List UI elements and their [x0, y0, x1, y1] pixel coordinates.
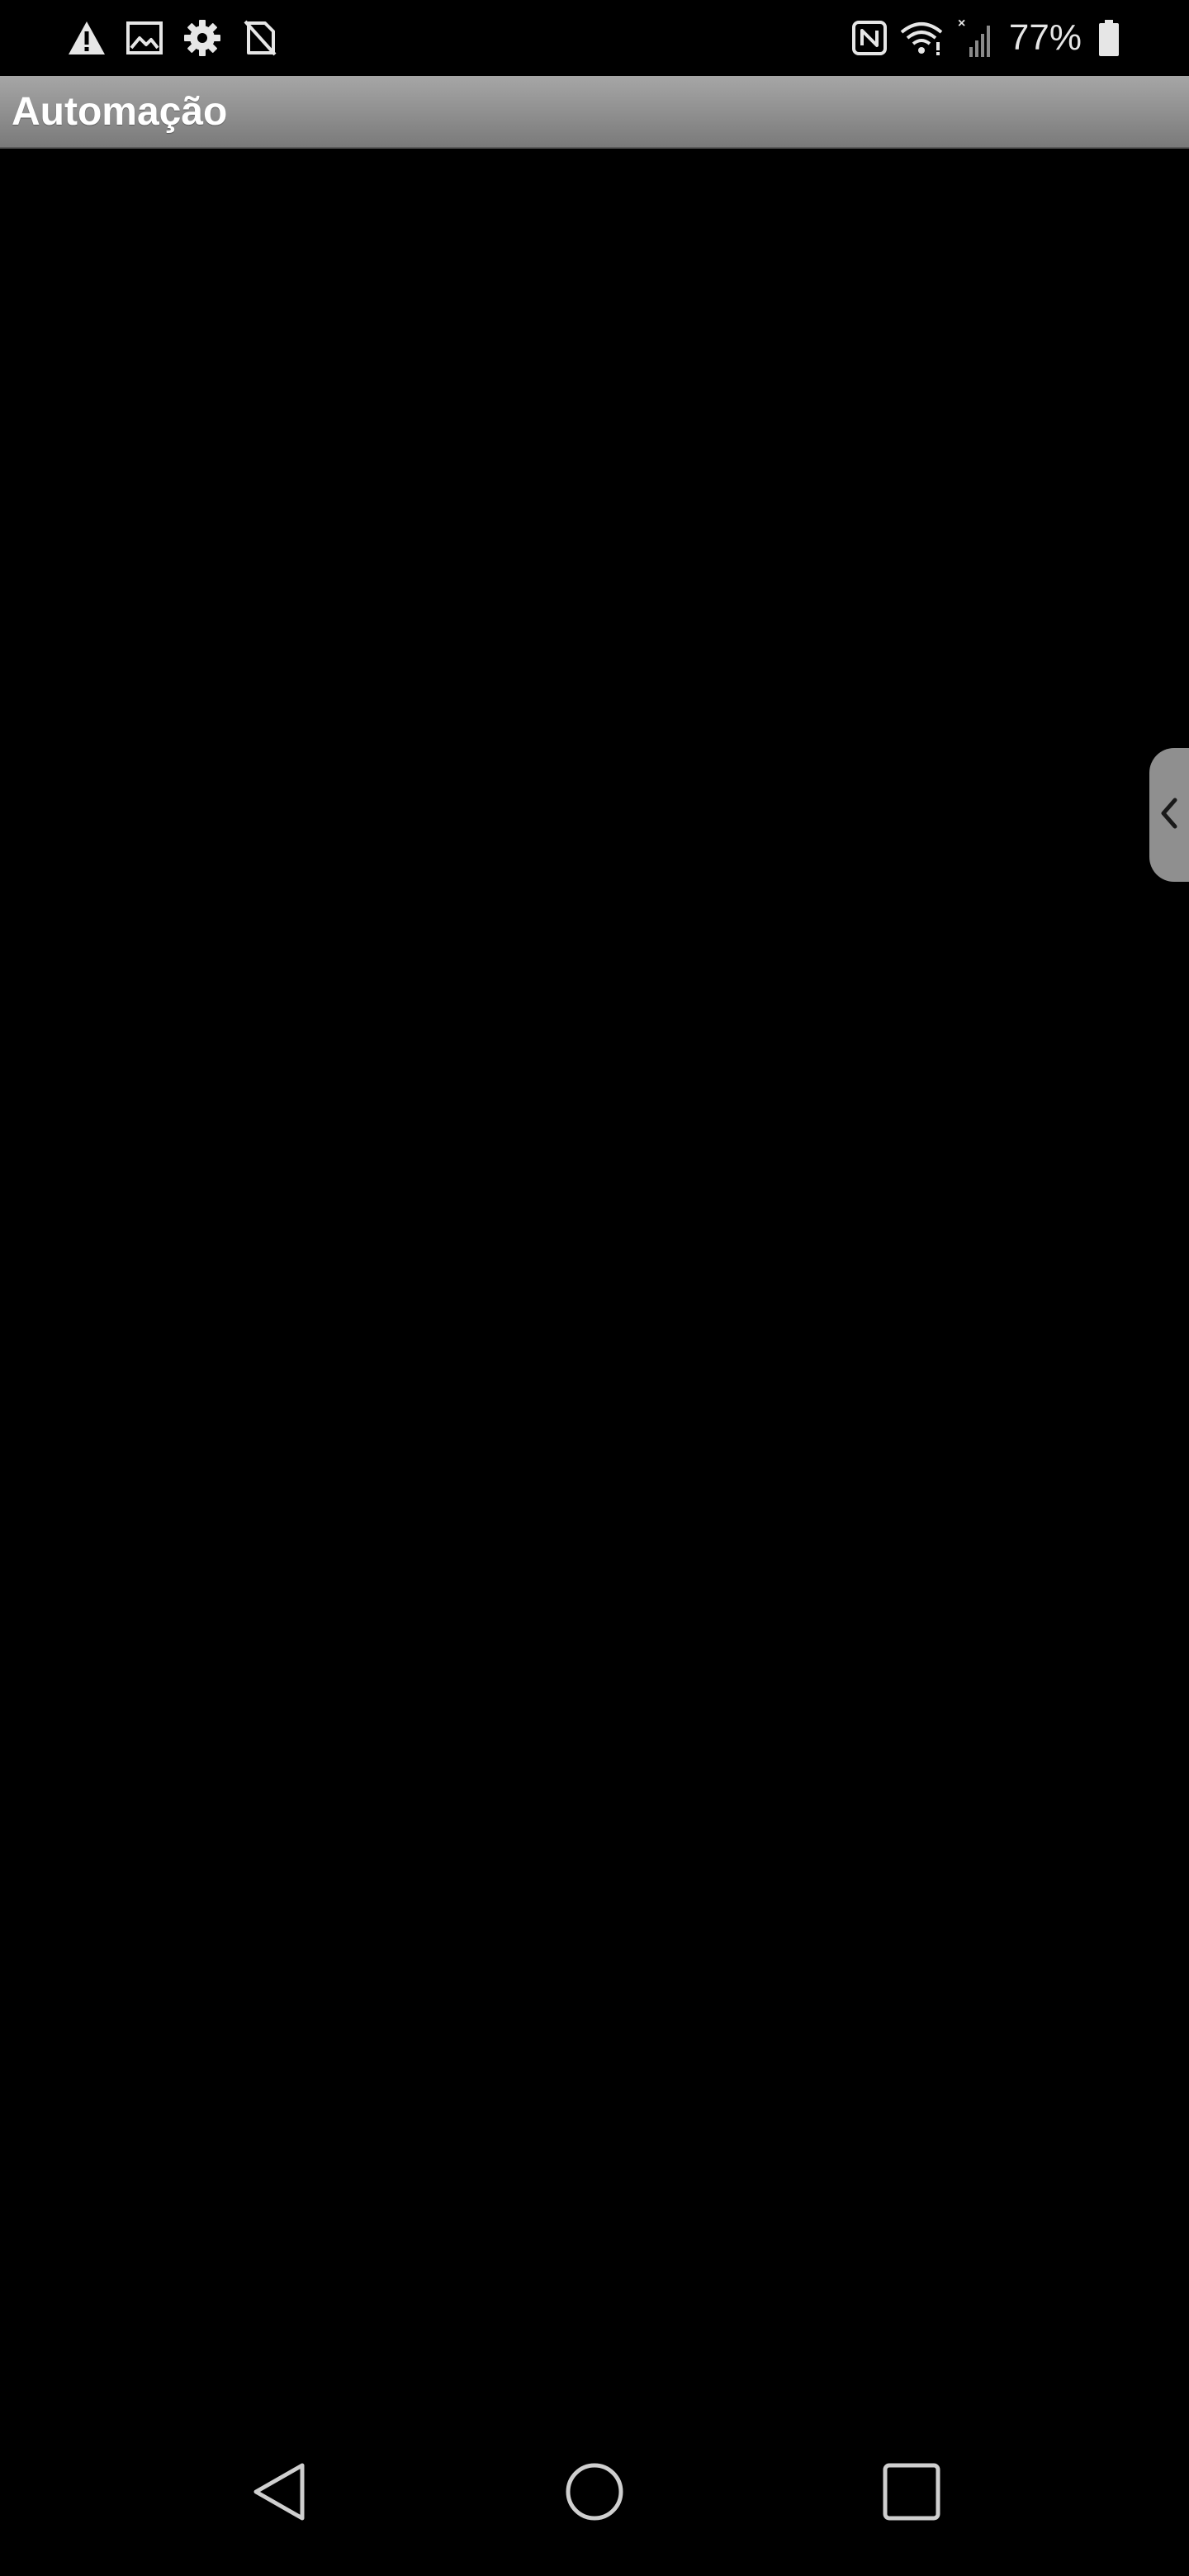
back-button[interactable] [238, 2452, 320, 2535]
back-icon [249, 2460, 309, 2527]
warning-icon [66, 17, 107, 59]
settings-gear-icon [182, 17, 223, 59]
screen: × 77% Automação [0, 0, 1189, 2576]
signal-icon: × [956, 17, 994, 59]
edge-panel-handle[interactable] [1149, 748, 1189, 882]
battery-icon [1098, 17, 1120, 59]
app-title: Automação [12, 90, 228, 134]
svg-text:×: × [958, 17, 965, 31]
no-sim-icon [239, 17, 281, 59]
navigation-bar [0, 2427, 1189, 2576]
status-bar: × 77% [0, 0, 1189, 76]
recent-apps-icon [882, 2462, 941, 2526]
main-content [0, 149, 1189, 2427]
nfc-icon [851, 17, 887, 59]
recent-apps-button[interactable] [870, 2452, 953, 2535]
status-bar-system: × 77% [851, 15, 1120, 61]
home-button[interactable] [553, 2452, 636, 2535]
wifi-icon [898, 17, 945, 59]
status-bar-notifications [66, 17, 281, 59]
battery-percent: 77% [1008, 17, 1082, 58]
image-icon [124, 17, 165, 59]
home-icon [564, 2461, 625, 2526]
chevron-left-icon [1158, 795, 1180, 836]
title-bar: Automação [0, 76, 1189, 149]
